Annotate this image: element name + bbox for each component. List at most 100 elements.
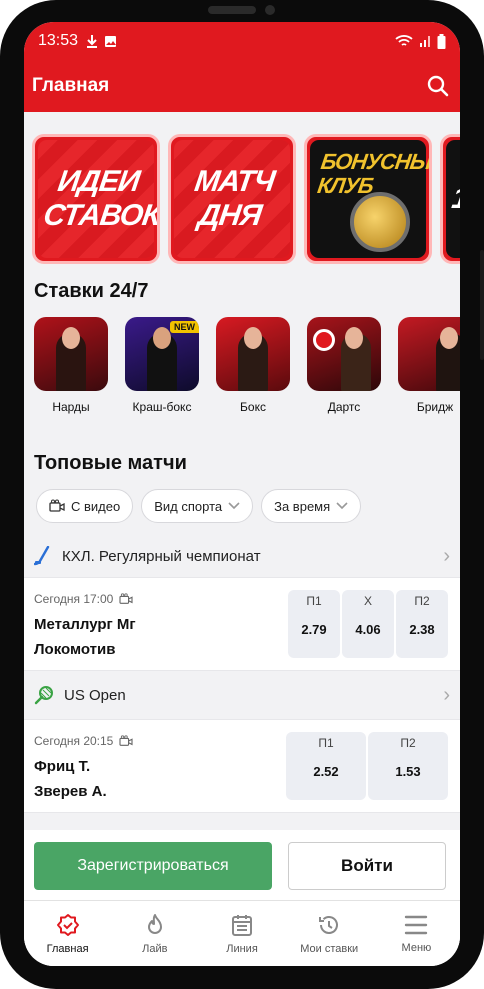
- search-icon: [427, 75, 449, 97]
- odds-block: П1 2.52 П2 1.53: [286, 732, 448, 800]
- phone-side-button: [480, 250, 484, 360]
- odd-p2[interactable]: П2 1.53: [368, 732, 448, 800]
- game-item-crash-box[interactable]: NEW Краш-бокс: [125, 317, 199, 414]
- team-away: Зверев А.: [34, 783, 107, 800]
- odd-value: 1.53: [395, 764, 421, 779]
- new-badge: NEW: [170, 321, 199, 333]
- register-button[interactable]: Зарегистрироваться: [34, 842, 272, 890]
- flame-icon: [147, 913, 162, 934]
- app-header: Главная: [24, 60, 460, 112]
- match-row[interactable]: Сегодня 20:15 Фриц Т. Зверев А. П1 2.52 П…: [24, 719, 460, 813]
- phone-camera: [265, 5, 275, 15]
- league-header[interactable]: КХЛ. Регулярный чемпионат ›: [24, 535, 460, 577]
- page-title: Главная: [32, 75, 110, 96]
- odd-p2[interactable]: П2 2.38: [396, 590, 448, 658]
- game-thumbnail: [307, 317, 381, 391]
- odd-p1[interactable]: П1 2.79: [288, 590, 340, 658]
- calendar-icon: [232, 914, 252, 936]
- odd-label: П2: [414, 594, 430, 608]
- match-group-khl: КХЛ. Регулярный чемпионат › Сегодня 17:0…: [24, 535, 460, 671]
- game-label: Бридж: [416, 400, 454, 414]
- banner-label: ИДЕИ СТАВОК: [41, 165, 160, 232]
- game-label: Бокс: [240, 400, 266, 414]
- search-button[interactable]: [424, 72, 452, 100]
- odd-p1[interactable]: П1 2.52: [286, 732, 366, 800]
- battery-icon: [437, 33, 446, 49]
- tab-my-bets[interactable]: Мои ставки: [286, 901, 373, 966]
- phone-frame: 13:53 Главная ИДЕИ СТАВОК МАТЧ ДНЯ БОНУС…: [0, 0, 484, 989]
- bottom-tab-bar: Главная Лайв Линия Мои ставки Меню: [24, 900, 460, 966]
- banner-label: 1: [449, 182, 460, 215]
- filter-label: С видео: [71, 498, 121, 514]
- match-time: Сегодня 17:00: [34, 592, 133, 606]
- game-thumbnail: [216, 317, 290, 391]
- game-item-boxing[interactable]: Бокс: [216, 317, 290, 414]
- wifi-icon: [395, 35, 413, 46]
- section-title-bets247: Ставки 24/7: [34, 280, 149, 302]
- odd-value: 2.38: [409, 622, 435, 637]
- game-label: Дартс: [327, 400, 361, 414]
- status-time: 13:53: [38, 32, 79, 49]
- filter-sport-chip[interactable]: Вид спорта: [141, 489, 254, 523]
- games-carousel: Нарды NEW Краш-бокс Бокс Дартс Бридж: [24, 303, 460, 414]
- tab-line[interactable]: Линия: [198, 901, 285, 966]
- app-screen: 13:53 Главная ИДЕИ СТАВОК МАТЧ ДНЯ БОНУС…: [24, 22, 460, 966]
- download-icon: [87, 35, 98, 48]
- filter-time-chip[interactable]: За время: [261, 489, 362, 523]
- odd-label: П2: [400, 736, 416, 750]
- tab-live[interactable]: Лайв: [111, 901, 198, 966]
- banner-ideas[interactable]: ИДЕИ СТАВОК: [32, 134, 160, 264]
- bonus-coin-icon: [350, 192, 410, 252]
- filter-video-chip[interactable]: С видео: [36, 489, 134, 523]
- game-label: Нарды: [52, 400, 90, 414]
- tab-menu[interactable]: Меню: [373, 901, 460, 966]
- league-header[interactable]: US Open ›: [24, 671, 460, 719]
- login-button[interactable]: Войти: [288, 842, 446, 890]
- odd-label: П1: [318, 736, 334, 750]
- odds-block: П1 2.79 Х 4.06 П2 2.38: [288, 590, 448, 658]
- game-item-bridge[interactable]: Бридж: [398, 317, 460, 414]
- hockey-stick-icon: [34, 546, 50, 566]
- chevron-down-icon: [228, 502, 240, 510]
- game-label: Краш-бокс: [132, 400, 192, 414]
- team-home: Металлург Мг: [34, 616, 136, 633]
- game-item-backgammon[interactable]: Нарды: [34, 317, 108, 414]
- odd-draw[interactable]: Х 4.06: [342, 590, 394, 658]
- banner-label: МАТЧ ДНЯ: [192, 165, 277, 232]
- section-title-top-matches: Топовые матчи: [34, 452, 187, 474]
- video-camera-icon: [49, 499, 65, 512]
- tab-label: Линия: [226, 942, 258, 955]
- menu-icon: [405, 915, 428, 934]
- status-bar: 13:53: [24, 22, 460, 60]
- match-row[interactable]: Сегодня 17:00 Металлург Мг Локомотив П1 2…: [24, 577, 460, 671]
- odd-label: П1: [306, 594, 322, 608]
- banner-match-of-day[interactable]: МАТЧ ДНЯ: [168, 134, 296, 264]
- match-time-text: Сегодня 17:00: [34, 592, 114, 606]
- signal-icon: [420, 36, 430, 47]
- tab-home[interactable]: Главная: [24, 901, 111, 966]
- auth-bar: Зарегистрироваться Войти: [24, 830, 460, 900]
- game-thumbnail: NEW: [125, 317, 199, 391]
- banner-bonus-club[interactable]: БОНУСНЫЙ КЛУБ: [304, 134, 432, 264]
- banner-partial[interactable]: 1: [440, 134, 460, 264]
- match-time: Сегодня 20:15: [34, 734, 133, 748]
- home-icon: [56, 913, 79, 936]
- tab-label: Меню: [401, 941, 432, 954]
- game-thumbnail: [398, 317, 460, 391]
- match-time-text: Сегодня 20:15: [34, 734, 114, 748]
- chevron-right-icon: ›: [443, 544, 450, 567]
- odd-value: 2.52: [313, 764, 339, 779]
- game-item-darts[interactable]: Дартс: [307, 317, 381, 414]
- filter-label: За время: [274, 498, 331, 514]
- tab-label: Главная: [46, 942, 89, 955]
- odd-label: Х: [363, 594, 372, 608]
- team-away: Локомотив: [34, 641, 116, 658]
- image-icon: [105, 35, 117, 47]
- tab-label: Лайв: [142, 942, 168, 955]
- match-filters: С видео Вид спорта За время: [24, 475, 460, 523]
- history-icon: [319, 915, 339, 934]
- video-camera-icon: [119, 735, 133, 746]
- chevron-down-icon: [336, 502, 348, 510]
- tab-label: Мои ставки: [300, 942, 359, 955]
- team-home: Фриц Т.: [34, 758, 91, 775]
